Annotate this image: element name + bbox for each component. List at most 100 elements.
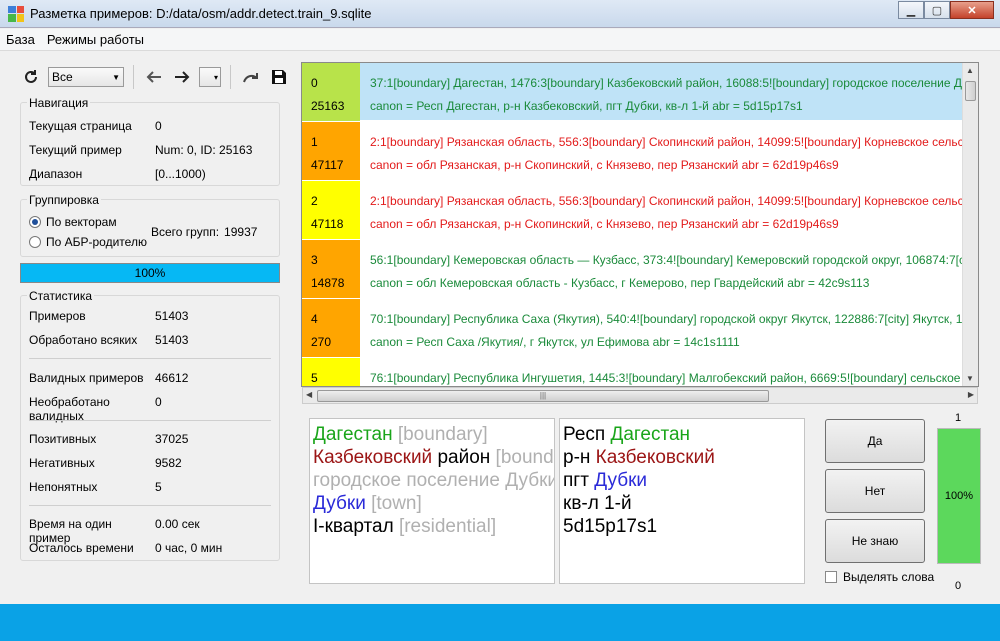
radio-dot[interactable] <box>29 236 41 248</box>
stat-label: Валидных примеров <box>29 371 144 385</box>
menu-item-base[interactable]: База <box>0 32 41 47</box>
stat-value: 46612 <box>155 371 189 385</box>
example-num: 1 <box>311 135 318 149</box>
text-segment: район <box>432 447 496 468</box>
nav-value: Num: 0, ID: 25163 <box>155 143 253 157</box>
text-segment: Дагестан <box>610 424 691 445</box>
canon-line: пгт Дубки <box>563 469 804 492</box>
list-item[interactable]: 4 270 70:1[boundary] Республика Саха (Як… <box>302 299 978 357</box>
nav-label: Текущая страница <box>29 119 132 133</box>
stat-row: Негативных 9582 <box>29 456 273 472</box>
scroll-thumb[interactable] <box>965 81 976 101</box>
text-segment: [residential] <box>393 516 497 537</box>
text-segment: [town] <box>365 493 422 514</box>
radio-label: По векторам <box>46 215 117 229</box>
canon-line: 5d15p17s1 <box>563 515 804 538</box>
navigation-select[interactable]: ▾ <box>199 67 221 87</box>
source-text-panel[interactable]: Дагестан [boundary] Казбековский район [… <box>309 418 555 584</box>
example-line1: 56:1[boundary] Кемеровская область — Куз… <box>370 253 979 267</box>
toolbar-separator <box>133 65 134 89</box>
stat-value: 37025 <box>155 432 189 446</box>
grouping-group: Группировка По векторам По АБР-родителю … <box>20 193 280 257</box>
example-id: 270 <box>311 335 332 349</box>
close-button[interactable]: ✕ <box>950 1 994 19</box>
confidence-min: 0 <box>955 580 962 592</box>
example-id-cell: 2 47118 <box>302 181 360 239</box>
horizontal-scrollbar[interactable]: ◀ ||| ▶ <box>302 387 978 404</box>
refresh-icon[interactable] <box>20 66 42 88</box>
list-item[interactable]: 0 25163 37:1[boundary] Дагестан, 1476:3[… <box>302 63 978 121</box>
stat-row: Время на один пример 0.00 сек <box>29 517 273 545</box>
example-line2: canon = обл Рязанская, р-н Скопинский, с… <box>370 158 839 172</box>
example-line1: 37:1[boundary] Дагестан, 1476:3[boundary… <box>370 76 979 90</box>
divider <box>29 420 271 421</box>
vertical-scrollbar[interactable]: ▲ ▼ <box>962 63 978 386</box>
maximize-button[interactable]: ▢ <box>924 1 950 19</box>
text-segment: I-квартал <box>313 516 394 537</box>
unknown-button[interactable]: Не знаю <box>825 519 925 563</box>
example-line1: 2:1[boundary] Рязанская область, 556:3[b… <box>370 135 979 149</box>
stat-row: Валидных примеров 46612 <box>29 371 273 387</box>
example-line2: canon = обл Кемеровская область - Кузбас… <box>370 276 870 290</box>
total-groups: Всего групп: 19937 <box>151 225 257 239</box>
stat-label: Осталось времени <box>29 541 134 555</box>
example-id-cell: 0 25163 <box>302 63 360 121</box>
text-segment: Дагестан <box>313 424 393 445</box>
example-line1: 2:1[boundary] Рязанская область, 556:3[b… <box>370 194 979 208</box>
scroll-right-icon[interactable]: ▶ <box>968 390 974 399</box>
scroll-thumb[interactable]: ||| <box>317 390 769 402</box>
nav-value: [0...1000) <box>155 167 206 181</box>
save-icon[interactable] <box>268 66 290 88</box>
menu-bar: База Режимы работы <box>0 29 1000 51</box>
window-title: Разметка примеров: D:/data/osm/addr.dete… <box>30 6 372 21</box>
text-segment: городское поселение Дубки <box>313 470 555 491</box>
redo-icon[interactable] <box>240 66 262 88</box>
stat-label: Позитивных <box>29 432 97 446</box>
scroll-down-icon[interactable]: ▼ <box>966 374 974 383</box>
checkbox-box[interactable] <box>825 571 837 583</box>
list-item[interactable]: 3 14878 56:1[boundary] Кемеровская облас… <box>302 240 978 298</box>
list-item[interactable]: 1 47117 2:1[boundary] Рязанская область,… <box>302 122 978 180</box>
total-groups-value: 19937 <box>224 225 258 239</box>
example-num: 4 <box>311 312 318 326</box>
no-button[interactable]: Нет <box>825 469 925 513</box>
scroll-left-icon[interactable]: ◀ <box>306 390 312 399</box>
stat-label: Примеров <box>29 309 86 323</box>
text-segment: [boundary] <box>392 424 488 445</box>
scroll-up-icon[interactable]: ▲ <box>966 66 974 75</box>
stat-value: 0.00 сек <box>155 517 200 531</box>
nav-row-range: Диапазон [0...1000) <box>29 167 273 183</box>
example-line2: canon = Респ Саха /Якутия/, г Якутск, ул… <box>370 335 740 349</box>
radio-by-abr-parent[interactable]: По АБР-родителю <box>29 235 147 249</box>
example-line1: 76:1[boundary] Республика Ингушетия, 144… <box>370 371 979 385</box>
text-segment: р-н <box>563 447 596 468</box>
highlight-words-checkbox[interactable]: Выделять слова <box>825 570 934 584</box>
nav-value: 0 <box>155 119 162 133</box>
arrow-right-icon[interactable] <box>171 66 193 88</box>
menu-item-modes[interactable]: Режимы работы <box>41 32 150 47</box>
checkbox-label: Выделять слова <box>843 570 935 584</box>
examples-list[interactable]: 0 25163 37:1[boundary] Дагестан, 1476:3[… <box>301 62 979 387</box>
filter-select[interactable]: Все ▼ <box>48 67 124 87</box>
stat-value: 51403 <box>155 309 189 323</box>
confidence-bar: 100% <box>937 428 981 564</box>
canon-text-panel[interactable]: Респ Дагестан р-н Казбековский пгт Дубки… <box>559 418 805 584</box>
app-icon <box>8 5 24 22</box>
stat-row: Необработано валидных 0 <box>29 395 273 423</box>
confidence-max: 1 <box>955 412 962 424</box>
text-segment: Дубки <box>313 493 366 514</box>
text-segment: Респ <box>563 424 611 445</box>
radio-by-vectors[interactable]: По векторам <box>29 215 117 229</box>
grouping-title: Группировка <box>27 193 101 207</box>
stat-row: Непонятных 5 <box>29 480 273 496</box>
arrow-left-icon[interactable] <box>143 66 165 88</box>
yes-button[interactable]: Да <box>825 419 925 463</box>
list-item[interactable]: 2 47118 2:1[boundary] Рязанская область,… <box>302 181 978 239</box>
divider <box>29 505 271 506</box>
source-line: Дагестан [boundary] <box>313 423 554 446</box>
radio-dot[interactable] <box>29 216 41 228</box>
list-item[interactable]: 5 76:1[boundary] Республика Ингушетия, 1… <box>302 358 978 386</box>
minimize-button[interactable]: ▁ <box>898 1 924 19</box>
radio-label: По АБР-родителю <box>46 235 147 249</box>
example-id: 47118 <box>311 217 344 231</box>
